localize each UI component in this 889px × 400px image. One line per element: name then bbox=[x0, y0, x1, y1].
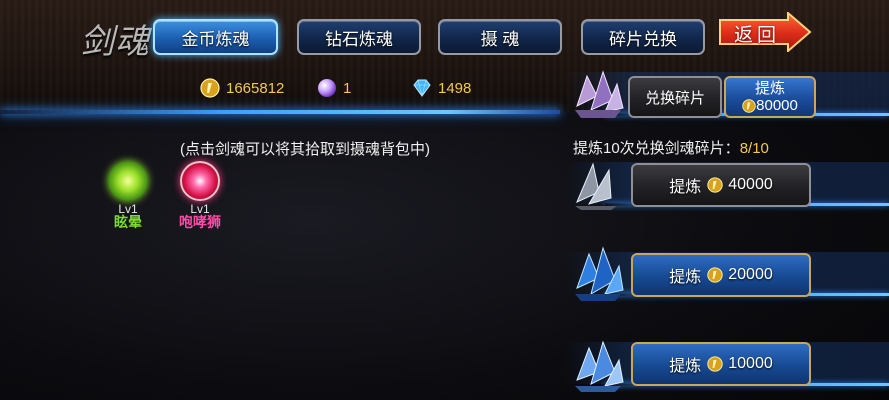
refine-cost-row: 80000 bbox=[742, 97, 798, 114]
refine-button-10000[interactable]: 提炼 10000 bbox=[631, 342, 811, 386]
tab-fragment-exchange[interactable]: 碎片兑换 bbox=[581, 19, 705, 55]
soul-item-roaring-lion[interactable]: Lv1 咆哮狮 bbox=[176, 161, 224, 230]
red-soul-orb-icon bbox=[180, 161, 220, 201]
refine-button-20000[interactable]: 提炼 20000 bbox=[631, 253, 811, 297]
refine-label: 提炼 bbox=[669, 269, 702, 286]
soul-item-dizzy[interactable]: Lv1 眩晕 bbox=[104, 161, 152, 230]
diamond-balance-value: 1498 bbox=[438, 79, 472, 97]
exchange-fragment-button[interactable]: 兑换碎片 bbox=[628, 76, 722, 118]
progress-label: 提炼10次兑换剑魂碎片： bbox=[573, 140, 740, 157]
gold-coin-icon bbox=[200, 78, 220, 98]
refine-button-40000[interactable]: 提炼 40000 bbox=[631, 163, 811, 207]
diamond-balance: 1498 bbox=[412, 78, 471, 98]
pickup-hint: (点击剑魂可以将其拾取到摄魂背包中) bbox=[180, 141, 430, 158]
progress-value: 8/10 bbox=[739, 140, 769, 157]
refine-cost: 10000 bbox=[728, 355, 773, 372]
orb-balance-value: 1 bbox=[343, 79, 352, 97]
refine-label: 提炼 bbox=[669, 358, 702, 375]
soul-name: 眩晕 bbox=[114, 214, 142, 230]
gold-balance: 1665812 bbox=[200, 78, 284, 98]
refine-progress: 提炼10次兑换剑魂碎片：8/10 bbox=[573, 137, 769, 158]
refine-cost: 20000 bbox=[728, 266, 773, 283]
refine-cost: 40000 bbox=[728, 176, 773, 193]
gold-coin-icon bbox=[707, 356, 723, 372]
light-blue-crystal-icon bbox=[575, 340, 624, 392]
blue-crystal-icon bbox=[575, 246, 624, 301]
purple-crystal-icon bbox=[575, 70, 624, 118]
gold-coin-icon bbox=[707, 267, 723, 283]
gold-balance-value: 1665812 bbox=[226, 79, 285, 97]
soul-orb-icon bbox=[318, 79, 336, 97]
gold-coin-icon bbox=[742, 98, 756, 113]
back-button[interactable]: 返回 bbox=[718, 12, 812, 52]
orb-balance: 1 bbox=[317, 78, 351, 98]
soul-name: 咆哮狮 bbox=[179, 214, 221, 230]
refine-exchange-button[interactable]: 提炼 80000 bbox=[724, 76, 816, 118]
green-soul-orb-icon bbox=[108, 161, 148, 201]
page-title: 剑魂 bbox=[80, 22, 150, 62]
header-divider bbox=[0, 110, 560, 114]
tab-gold-refine[interactable]: 金币炼魂 bbox=[153, 19, 278, 55]
gray-crystal-icon bbox=[575, 162, 617, 210]
tab-diamond-refine[interactable]: 钻石炼魂 bbox=[297, 19, 421, 55]
refine-cost: 80000 bbox=[756, 97, 798, 114]
gold-coin-icon bbox=[707, 177, 723, 193]
refine-label: 提炼 bbox=[754, 80, 785, 97]
back-label: 返回 bbox=[734, 25, 781, 46]
tab-capture-soul[interactable]: 摄 魂 bbox=[438, 19, 562, 55]
diamond-icon bbox=[413, 79, 431, 97]
refine-label: 提炼 bbox=[669, 179, 702, 196]
